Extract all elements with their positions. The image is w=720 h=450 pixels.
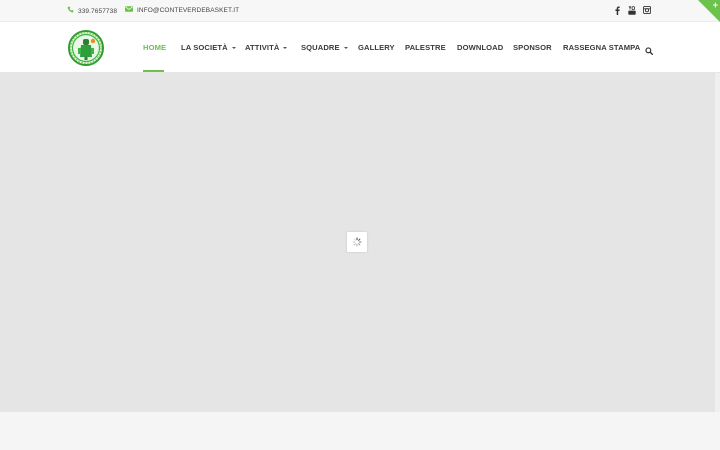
facebook-icon[interactable] [612, 5, 622, 15]
youtube-icon[interactable] [627, 5, 637, 15]
contact-phone[interactable]: 339.7657738 [67, 6, 117, 16]
nav-palestre-label: PALESTRE [405, 43, 446, 52]
caret-down-icon [283, 46, 288, 49]
nav-sponsor-label: SPONSOR [513, 43, 552, 52]
nav-sponsor[interactable]: SPONSOR [513, 43, 552, 52]
nav-gallery[interactable]: GALLERY [358, 43, 395, 52]
active-nav-indicator [143, 70, 164, 72]
instagram-icon[interactable] [642, 5, 652, 15]
phone-icon [67, 6, 74, 16]
scrollbar[interactable] [715, 73, 720, 412]
nav-attivita[interactable]: ATTIVITÀ [245, 43, 288, 52]
loading-spinner [347, 232, 367, 252]
nav-la-societa-label: LA SOCIETÀ [181, 43, 228, 52]
nav-squadre[interactable]: SQUADRE [301, 43, 348, 52]
plus-icon: + [712, 0, 718, 10]
top-bar: 339.7657738 INFO@CONTEVERDEBASKET.IT + [0, 0, 720, 22]
below-hero-area [0, 412, 720, 450]
club-logo[interactable] [68, 30, 104, 66]
nav-download[interactable]: DOWNLOAD [457, 43, 503, 52]
contact-phone-text: 339.7657738 [78, 7, 118, 15]
nav-attivita-label: ATTIVITÀ [245, 43, 280, 52]
contact-email-text: INFO@CONTEVERDEBASKET.IT [137, 7, 240, 14]
nav-download-label: DOWNLOAD [457, 43, 504, 52]
nav-home-label: HOME [143, 43, 167, 52]
spinner-icon [352, 237, 362, 247]
corner-toggle[interactable]: + [698, 0, 720, 22]
caret-down-icon [343, 46, 348, 49]
nav-home[interactable]: HOME [143, 43, 166, 52]
nav-rassegna-stampa-label: RASSEGNA STAMPA [563, 43, 641, 52]
main-navbar: HOME LA SOCIETÀ ATTIVITÀ SQUADRE GALLERY… [0, 22, 720, 73]
nav-palestre[interactable]: PALESTRE [405, 43, 446, 52]
caret-down-icon [231, 46, 236, 49]
envelope-icon [125, 6, 133, 15]
contact-email[interactable]: INFO@CONTEVERDEBASKET.IT [125, 6, 239, 15]
nav-gallery-label: GALLERY [358, 43, 395, 52]
nav-rassegna-stampa[interactable]: RASSEGNA STAMPA [563, 43, 640, 52]
nav-squadre-label: SQUADRE [301, 43, 340, 52]
nav-la-societa[interactable]: LA SOCIETÀ [181, 43, 236, 52]
search-icon[interactable] [645, 42, 654, 55]
